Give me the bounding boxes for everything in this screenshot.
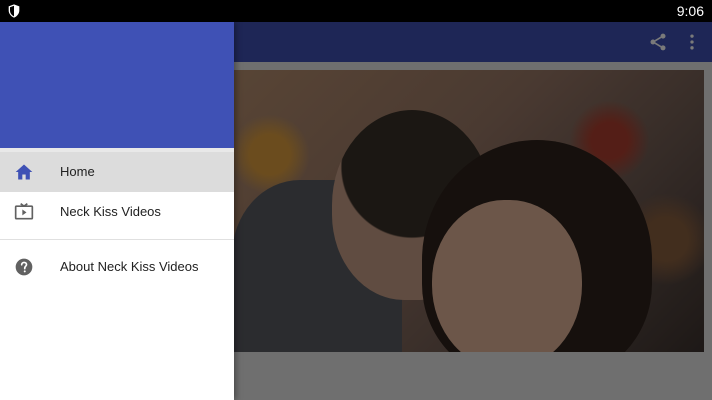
shield-icon	[8, 4, 20, 18]
nav-item-neck-kiss-videos[interactable]: Neck Kiss Videos	[0, 192, 234, 232]
status-bar: 9:06	[0, 0, 712, 22]
nav-item-label: Home	[60, 164, 95, 179]
nav-item-about[interactable]: About Neck Kiss Videos	[0, 247, 234, 287]
video-player-icon	[14, 203, 34, 220]
android-screen: 9:06 Home Neck Kiss Videos About Neck Ki…	[0, 0, 712, 400]
drawer-header	[0, 22, 234, 152]
nav-item-label: About Neck Kiss Videos	[60, 259, 199, 274]
home-icon	[15, 164, 33, 180]
navigation-drawer: Home Neck Kiss Videos About Neck Kiss Vi…	[0, 22, 234, 400]
drawer-divider	[0, 239, 234, 240]
help-circle-icon	[15, 258, 33, 276]
nav-item-label: Neck Kiss Videos	[60, 204, 161, 219]
status-clock: 9:06	[676, 3, 704, 19]
nav-item-home[interactable]: Home	[0, 152, 234, 192]
